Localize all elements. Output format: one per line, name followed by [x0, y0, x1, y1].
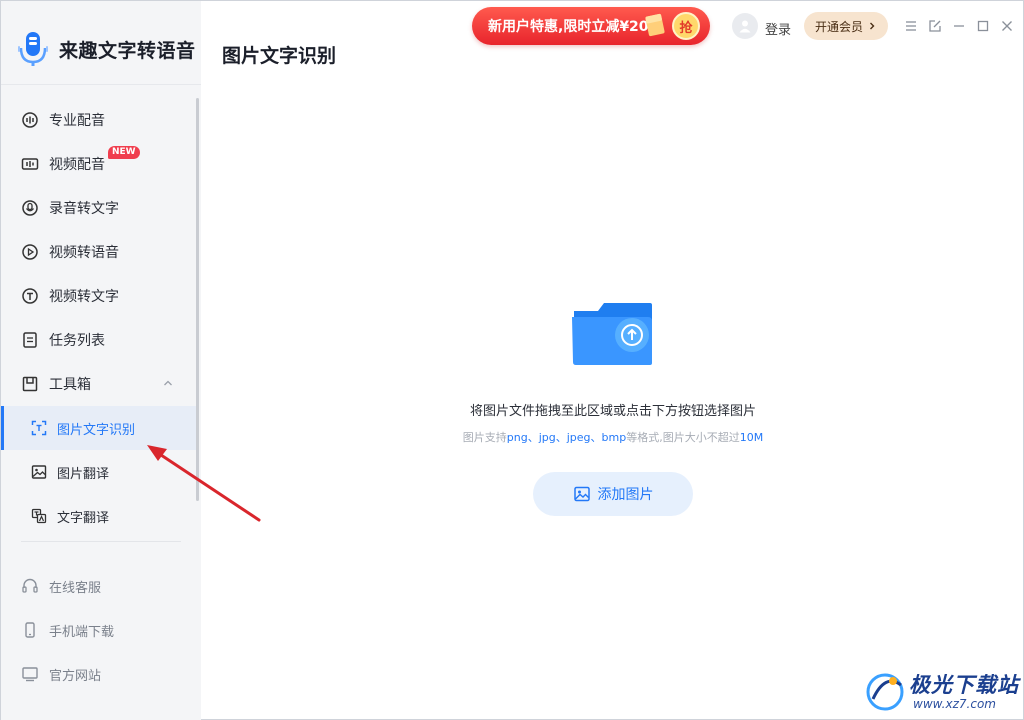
sidebar-item-pro-dubbing[interactable]: 专业配音 — [1, 98, 196, 142]
sidebar-item-task-list[interactable]: 任务列表 — [1, 318, 196, 362]
record-to-text-icon — [21, 199, 39, 217]
sidebar-item-label: 文字翻译 — [57, 510, 110, 526]
sidebar-separator — [21, 541, 181, 542]
sidebar-item-label: 工具箱 — [49, 377, 91, 393]
video-dubbing-icon — [21, 155, 39, 173]
watermark-name: 极光下载站 — [909, 673, 1019, 697]
sidebar-item-record-to-text[interactable]: 录音转文字 — [1, 186, 196, 230]
annotation-arrow — [147, 445, 261, 522]
feedback-edit-icon[interactable] — [926, 17, 944, 35]
formats-mid: 等格式,图片大小不超过 — [626, 431, 740, 444]
sidebar-item-label: 官方网站 — [49, 668, 102, 684]
app-window: 来趣文字转语音 专业配音 视频配音 NEW 录音转文字 视频转语音 视频转文字 … — [0, 0, 1024, 720]
ocr-scan-icon — [31, 420, 47, 436]
login-link[interactable]: 登录 — [765, 19, 791, 38]
formats-prefix: 图片支持 — [462, 431, 507, 444]
video-to-audio-icon — [21, 243, 39, 261]
minimize-icon[interactable] — [950, 17, 968, 35]
app-name: 来趣文字转语音 — [59, 39, 196, 62]
sidebar-item-label: 图片翻译 — [57, 466, 110, 482]
add-image-button[interactable]: 添加图片 — [533, 472, 693, 516]
sidebar-item-label: 手机端下载 — [49, 624, 115, 640]
sidebar-item-label: 录音转文字 — [49, 201, 119, 217]
vip-label: 开通会员 — [814, 19, 863, 34]
sidebar-item-toolbox[interactable]: 工具箱 — [1, 362, 196, 406]
chevron-up-icon[interactable] — [162, 377, 174, 393]
image-icon — [31, 464, 47, 480]
sidebar-item-mobile-download[interactable]: 手机端下载 — [1, 608, 196, 652]
sidebar-divider — [1, 84, 201, 85]
sidebar-item-label: 视频配音 — [49, 157, 105, 173]
sidebar-item-label: 在线客服 — [49, 580, 102, 596]
task-list-icon — [21, 331, 39, 349]
size-limit: 10M — [739, 431, 764, 444]
upload-folder-icon[interactable] — [568, 299, 658, 367]
sidebar-item-label: 专业配音 — [49, 113, 105, 129]
brand: 来趣文字转语音 — [17, 29, 196, 69]
sidebar-item-official-site[interactable]: 官方网站 — [1, 652, 196, 696]
sidebar-item-video-dubbing[interactable]: 视频配音 NEW — [1, 142, 196, 186]
chevron-right-icon — [870, 22, 875, 30]
maximize-icon[interactable] — [974, 17, 992, 35]
sidebar-item-label: 视频转语音 — [49, 245, 119, 261]
text-translate-icon — [31, 508, 47, 524]
formats-list: png、jpg、jpeg、bmp — [506, 431, 627, 444]
promo-text: 新用户特惠,限时立减¥200 — [488, 19, 659, 35]
sidebar-item-video-to-audio[interactable]: 视频转语音 — [1, 230, 196, 274]
video-to-text-icon — [21, 287, 39, 305]
microphone-logo-icon — [17, 30, 49, 68]
page-title: 图片文字识别 — [222, 45, 337, 67]
user-icon — [739, 20, 751, 33]
phone-icon — [21, 621, 39, 639]
menu-icon[interactable] — [902, 17, 920, 35]
image-icon — [573, 486, 590, 502]
drop-hint: 将图片文件拖拽至此区域或点击下方按钮选择图片 — [469, 404, 756, 419]
watermark-url: www.xz7.com — [913, 697, 996, 711]
grab-button[interactable]: 抢 — [672, 12, 700, 40]
add-image-label: 添加图片 — [597, 487, 654, 503]
sidebar-item-label: 视频转文字 — [49, 289, 119, 305]
monitor-icon — [21, 665, 39, 683]
sidebar-item-label: 任务列表 — [49, 333, 105, 349]
headset-icon — [21, 577, 39, 595]
sidebar: 来趣文字转语音 专业配音 视频配音 NEW 录音转文字 视频转语音 视频转文字 … — [1, 1, 201, 720]
avatar[interactable] — [732, 13, 758, 39]
sidebar-item-label: 图片文字识别 — [57, 422, 136, 438]
new-badge: NEW — [108, 146, 140, 159]
sidebar-item-online-service[interactable]: 在线客服 — [1, 564, 196, 608]
open-vip-button[interactable]: 开通会员 — [804, 12, 888, 40]
red-envelope-icon — [645, 13, 665, 37]
close-icon[interactable] — [998, 17, 1016, 35]
pro-dubbing-icon — [21, 111, 39, 129]
promo-banner[interactable]: 新用户特惠,限时立减¥200 抢 — [472, 7, 710, 45]
sidebar-item-video-to-text[interactable]: 视频转文字 — [1, 274, 196, 318]
format-hint: 图片支持png、jpg、jpeg、bmp等格式,图片大小不超过10M — [201, 429, 1024, 445]
toolbox-icon — [21, 375, 39, 393]
